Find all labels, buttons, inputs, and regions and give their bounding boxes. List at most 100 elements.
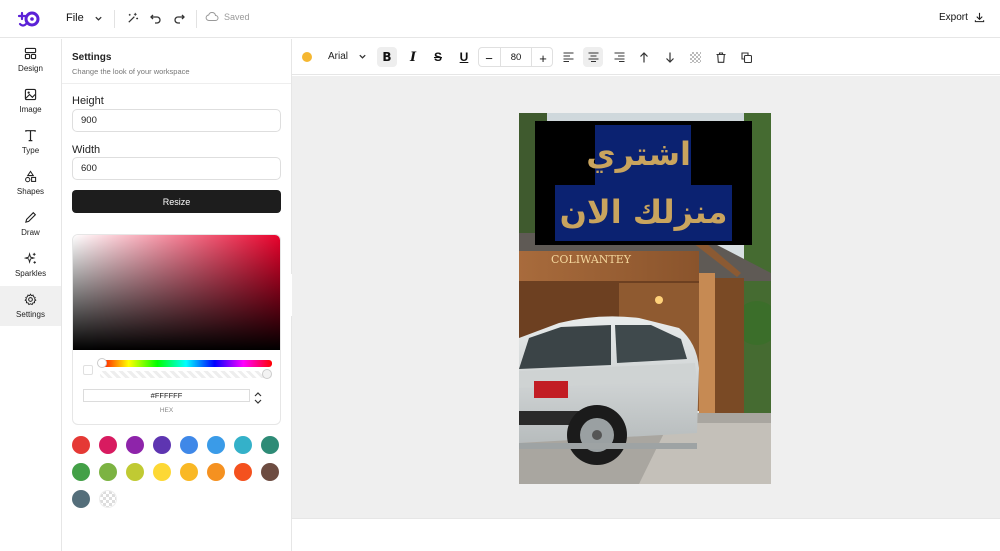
canvas-area: COLIWANTEY اشتري منزلك الان <box>292 76 1000 518</box>
save-status: Saved <box>205 11 250 22</box>
align-center-icon[interactable] <box>583 47 603 67</box>
saturation-area[interactable] <box>73 235 280 350</box>
nav-label: Image <box>19 105 42 114</box>
hue-slider[interactable] <box>100 360 272 367</box>
format-toggle-icon[interactable] <box>253 391 263 405</box>
decrease-size-button[interactable]: − <box>481 50 497 66</box>
color-swatch[interactable] <box>72 463 90 481</box>
transparency-icon[interactable] <box>685 47 705 67</box>
settings-panel: Settings Change the look of your workspa… <box>62 39 292 551</box>
color-swatch[interactable] <box>72 436 90 454</box>
resize-button[interactable]: Resize <box>72 190 281 213</box>
nav-label: Design <box>18 64 43 73</box>
gear-icon <box>24 293 37 306</box>
nav-item-sparkles[interactable]: Sparkles <box>0 246 61 284</box>
divider <box>196 10 197 28</box>
color-swatch[interactable] <box>234 436 252 454</box>
font-select[interactable]: Arial <box>328 51 367 62</box>
trash-icon[interactable] <box>711 47 731 67</box>
width-input[interactable]: 600 <box>72 157 281 180</box>
align-left-icon[interactable] <box>558 47 578 67</box>
color-swatch[interactable] <box>180 436 198 454</box>
width-label: Width <box>72 144 101 156</box>
strikethrough-icon[interactable]: S <box>428 47 448 67</box>
panel-subtitle: Change the look of your workspace <box>72 67 190 76</box>
increase-size-button[interactable]: + <box>535 50 551 66</box>
redo-icon[interactable] <box>172 11 186 25</box>
hue-slider-handle[interactable] <box>97 358 107 368</box>
type-icon <box>25 130 36 142</box>
color-swatch[interactable] <box>126 436 144 454</box>
saved-label: Saved <box>224 11 250 22</box>
sparkles-icon <box>24 252 36 264</box>
pencil-icon <box>25 211 37 223</box>
left-nav: Design Image Type Shapes Draw Sparkles S… <box>0 39 62 551</box>
alpha-slider-handle[interactable] <box>262 369 272 379</box>
color-swatch[interactable] <box>261 436 279 454</box>
nav-label: Draw <box>21 228 40 237</box>
text-line-1[interactable]: اشتري <box>586 125 691 185</box>
nav-item-settings[interactable]: Settings <box>0 286 61 326</box>
color-swatch[interactable] <box>99 436 117 454</box>
panel-header: Settings Change the look of your workspa… <box>62 39 291 84</box>
italic-icon[interactable]: I <box>403 47 423 67</box>
text-color-swatch[interactable] <box>302 52 312 62</box>
divider <box>114 10 115 28</box>
shapes-icon <box>25 170 37 183</box>
nav-label: Shapes <box>16 187 45 196</box>
cloud-icon <box>205 12 219 21</box>
nav-item-image[interactable]: Image <box>0 82 61 120</box>
font-size-stepper: − 80 + <box>478 47 553 67</box>
alpha-slider[interactable] <box>100 371 272 378</box>
magic-wand-icon[interactable] <box>125 11 139 25</box>
text-line-2[interactable]: منزلك الان <box>555 185 732 241</box>
download-icon <box>974 12 985 23</box>
chevron-down-icon <box>359 54 366 59</box>
color-swatch[interactable] <box>153 436 171 454</box>
file-menu-label: File <box>66 12 84 24</box>
export-button[interactable]: Export <box>939 12 985 23</box>
color-swatch[interactable] <box>207 463 225 481</box>
bring-forward-icon[interactable] <box>634 47 654 67</box>
panel-title: Settings <box>72 52 112 63</box>
hex-input[interactable]: #FFFFFF <box>83 389 250 402</box>
height-input[interactable]: 900 <box>72 109 281 132</box>
color-swatch[interactable] <box>153 463 171 481</box>
nav-item-type[interactable]: Type <box>0 123 61 161</box>
chevron-down-icon <box>95 16 102 21</box>
color-swatch[interactable] <box>72 490 90 508</box>
height-label: Height <box>72 95 104 107</box>
bottom-strip <box>292 518 1000 551</box>
color-swatch[interactable] <box>207 436 225 454</box>
hex-label: HEX <box>159 407 174 414</box>
file-menu-button[interactable]: File <box>66 12 103 24</box>
export-label: Export <box>939 12 968 23</box>
nav-label: Sparkles <box>14 269 47 278</box>
align-right-icon[interactable] <box>609 47 629 67</box>
top-bar: File Saved Export <box>0 0 1000 38</box>
image-icon <box>24 88 37 101</box>
color-preview <box>83 365 93 375</box>
undo-icon[interactable] <box>149 11 163 25</box>
underline-icon[interactable]: U <box>454 47 474 67</box>
color-swatch[interactable] <box>126 463 144 481</box>
nav-item-draw[interactable]: Draw <box>0 205 61 243</box>
artboard[interactable]: COLIWANTEY اشتري منزلك الان <box>519 113 771 484</box>
send-backward-icon[interactable] <box>660 47 680 67</box>
sign-text: COLIWANTEY <box>551 253 632 266</box>
text-element[interactable]: اشتري منزلك الان <box>535 121 752 245</box>
color-swatch[interactable] <box>99 463 117 481</box>
transparent-swatch[interactable] <box>99 490 117 508</box>
bold-icon[interactable]: B <box>377 47 397 67</box>
format-toolbar: Arial B I S U − 80 + <box>292 39 1000 75</box>
app-logo-icon[interactable] <box>17 9 41 29</box>
duplicate-icon[interactable] <box>736 47 756 67</box>
color-picker: #FFFFFF HEX <box>72 234 281 425</box>
color-swatch[interactable] <box>180 463 198 481</box>
nav-item-design[interactable]: Design <box>0 41 61 79</box>
nav-item-shapes[interactable]: Shapes <box>0 164 61 202</box>
color-swatch[interactable] <box>261 463 279 481</box>
color-swatch[interactable] <box>234 463 252 481</box>
font-size-input[interactable]: 80 <box>500 48 532 66</box>
nav-label: Type <box>21 146 40 155</box>
